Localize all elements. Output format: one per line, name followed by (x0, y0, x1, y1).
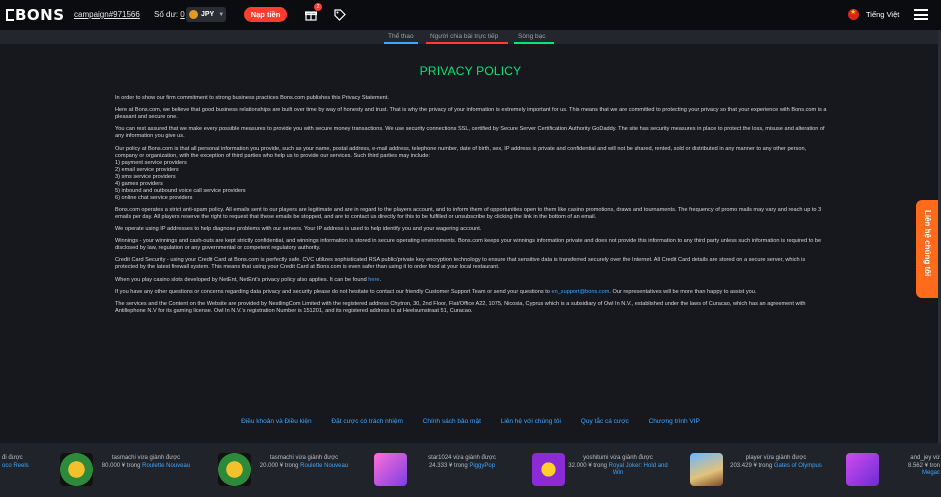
support-email-link[interactable]: en_support@bons.com (551, 289, 609, 295)
gates-of-olympus-game-icon[interactable] (690, 453, 723, 486)
megaways-game-icon[interactable] (846, 453, 879, 486)
chevron-down-icon: ▼ (218, 11, 225, 18)
campaign-link[interactable]: campaign#971566 (74, 10, 140, 19)
tag-icon[interactable] (334, 8, 346, 21)
list-item: 5) inbound and outbound voice call servi… (115, 187, 246, 194)
winner-amount: 32.000 ¥ trong (568, 462, 607, 469)
policy-paragraph: If you have any other questions or conce… (115, 289, 827, 296)
footer-links: Điều khoản và Điều kiện Đặt cược có trác… (0, 418, 941, 425)
winner-item[interactable]: đi được oco Reels (2, 455, 42, 470)
winner-item[interactable]: player vừa giành được 203.429 ¥ trong Ga… (726, 455, 826, 470)
winner-game: Royal Joker: Hold and Win (608, 462, 668, 477)
policy-paragraph: The services and the Content on the Webs… (115, 300, 806, 314)
footer-link-vip[interactable]: Chương trình VIP (649, 418, 700, 425)
netent-policy-link[interactable]: here (368, 277, 379, 283)
winner-game: Megac (921, 470, 940, 476)
winner-game: Roulette Nouveau (300, 462, 349, 469)
logo-mark-icon (6, 9, 14, 21)
list-item: 2) email service providers (115, 166, 179, 173)
policy-paragraph: Winnings - your winnings and cash-outs a… (115, 238, 822, 252)
policy-text: . (379, 276, 382, 283)
tab-live-dealer[interactable]: Người chia bài trực tiếp (430, 33, 498, 40)
policy-paragraph: Bons.com operates a strict anti-spam pol… (115, 206, 822, 220)
winner-amount: 24.333 ¥ trong (428, 462, 468, 469)
currency-select[interactable]: JPY ▼ (186, 7, 226, 22)
tab-live-dealer-underline (426, 42, 508, 44)
policy-paragraph: In order to show our firm commitment to … (115, 95, 389, 101)
policy-text: If you have any other questions or conce… (115, 288, 552, 295)
winner-amount: 80.000 ¥ trong (101, 462, 141, 469)
winner-text: star1024 vừa giành được (428, 455, 496, 461)
balance-label: Số dư: (154, 10, 179, 19)
list-item: 6) online chat service providers (115, 194, 193, 201)
logo[interactable]: BONS (6, 6, 65, 24)
winner-item[interactable]: tasmachi vừa giành được 20.000 ¥ trong R… (254, 455, 354, 470)
winner-item[interactable]: star1024 vừa giành được 24.333 ¥ trong P… (412, 455, 512, 470)
winner-text: player vừa giành được (745, 455, 807, 461)
balance: Số dư: 0 (154, 10, 185, 19)
gift-badge: 2 (314, 3, 322, 11)
language-select[interactable]: Tiếng Việt (866, 10, 899, 19)
winner-item[interactable]: yoshitumi vừa giành được 32.000 ¥ trong … (568, 455, 668, 478)
tab-casino[interactable]: Sòng bạc (518, 33, 545, 40)
policy-paragraph: We operate using IP addresses to help di… (115, 225, 482, 232)
policy-paragraph: Here at Bons.com, we believe that good b… (115, 107, 827, 121)
policy-paragraph: When you play casino slots developed by … (115, 277, 827, 284)
winner-text: yoshitumi vừa giành được (583, 455, 653, 461)
policy-paragraph: Credit Card Security - using your Credit… (115, 257, 806, 271)
winner-item[interactable]: tasmachi vừa giành được 80.000 ¥ trong R… (96, 455, 196, 470)
tab-sports-underline (384, 42, 418, 44)
gift-icon[interactable]: 2 (304, 3, 322, 21)
winner-text: đi được (2, 455, 23, 461)
top-bar: BONS campaign#971566 Số dư: 0 JPY ▼ Nạp … (0, 0, 941, 30)
tab-sports[interactable]: Thể thao (388, 33, 414, 40)
winner-amount: 8.562 ¥ tron (907, 462, 940, 469)
list-item: 4) games providers (115, 180, 163, 187)
winner-game: Roulette Nouveau (142, 462, 191, 469)
currency-label: JPY (201, 11, 215, 18)
winner-game: Gates of Olympus (773, 462, 822, 469)
piggypop-game-icon[interactable] (374, 453, 407, 486)
page-title: PRIVACY POLICY (419, 64, 522, 78)
royal-joker-game-icon[interactable] (532, 453, 565, 486)
policy-text: When you play casino slots developed by … (115, 276, 369, 283)
winner-game: oco Reels (2, 462, 29, 469)
winner-amount: 20.000 ¥ trong (259, 462, 299, 469)
coin-icon (189, 10, 198, 19)
roulette-game-icon[interactable] (60, 453, 93, 486)
policy-text: . Our representatives will be more than … (609, 288, 757, 295)
policy-paragraph: You can rest assured that we make every … (115, 126, 825, 140)
winner-text: tasmachi vừa giành được (269, 455, 339, 461)
hamburger-menu-icon[interactable] (914, 9, 928, 20)
vietnam-flag-icon[interactable] (848, 8, 859, 20)
policy-paragraph: Our policy at Bons.com is that all perso… (115, 146, 827, 202)
winner-text: tasmachi vừa giành được (111, 455, 181, 461)
contact-us-label: Liên hệ chúng tôi (923, 210, 932, 277)
policy-text: Our policy at Bons.com is that all perso… (115, 145, 807, 159)
recent-winners-ticker: đi được oco Reels tasmachi vừa giành đượ… (0, 443, 941, 497)
tab-casino-underline (514, 42, 554, 44)
roulette-game-icon[interactable] (218, 453, 251, 486)
policy-content: In order to show our firm commitment to … (115, 95, 827, 320)
winner-amount: 203.429 ¥ trong (730, 462, 773, 469)
footer-link-terms[interactable]: Điều khoản và Điều kiện (241, 418, 311, 425)
logo-text: BONS (15, 6, 65, 24)
sub-navigation: Thể thao Người chia bài trực tiếp Sòng b… (0, 30, 941, 44)
footer-link-contact[interactable]: Liên hệ với chúng tôi (501, 418, 561, 425)
winner-text: and_jey vừ (910, 455, 940, 461)
deposit-button[interactable]: Nạp tiền (244, 7, 287, 22)
list-item: 1) payment service providers (115, 159, 187, 166)
winner-game: PiggyPop (469, 462, 496, 469)
balance-value[interactable]: 0 (180, 10, 184, 19)
footer-link-betting-rules[interactable]: Quy tắc cá cược (581, 418, 629, 425)
footer-link-responsible-gaming[interactable]: Đặt cược có trách nhiệm (331, 418, 402, 425)
footer-link-privacy[interactable]: Chính sách bảo mật (423, 418, 481, 425)
winner-item[interactable]: and_jey vừ 8.562 ¥ tron Megac (886, 455, 940, 478)
list-item: 3) sms service providers (115, 173, 176, 180)
